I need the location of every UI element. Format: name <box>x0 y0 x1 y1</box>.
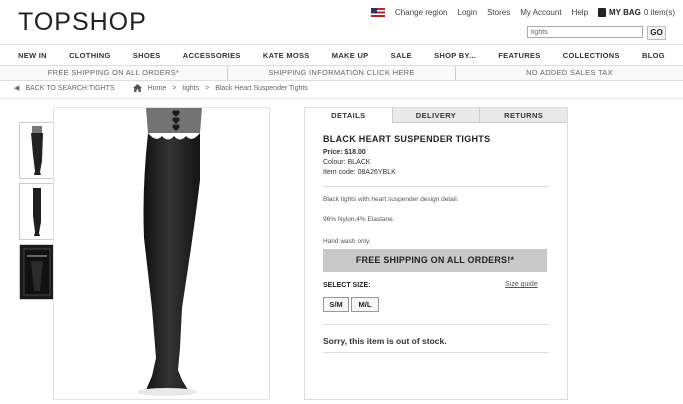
product-tabs: DETAILS DELIVERY RETURNS <box>305 108 568 123</box>
panel-divider <box>323 352 549 353</box>
breadcrumb: ◀ BACK TO SEARCH:TIGHTS Home > tights > … <box>14 84 308 92</box>
tights-thumbnail-image <box>30 125 43 175</box>
size-guide-link[interactable]: Size guide <box>505 281 538 288</box>
product-details-panel: DETAILS DELIVERY RETURNS BLACK HEART SUS… <box>304 107 568 400</box>
breadcrumb-separator-icon: > <box>205 84 210 92</box>
product-thumbnail[interactable] <box>19 122 54 179</box>
help-link[interactable]: Help <box>572 8 588 17</box>
tights-image <box>137 108 202 396</box>
select-size-label: SELECT SIZE: <box>323 282 371 289</box>
main-nav: NEW IN CLOTHING SHOES ACCESSORIES KATE M… <box>0 44 683 66</box>
product-thumbnail[interactable] <box>19 183 54 240</box>
home-icon[interactable] <box>132 84 142 92</box>
search-input[interactable] <box>527 26 643 38</box>
nav-item-clothing[interactable]: CLOTHING <box>69 51 111 60</box>
nav-item-kate-moss[interactable]: KATE MOSS <box>263 51 310 60</box>
login-link[interactable]: Login <box>458 8 478 17</box>
nav-item-blog[interactable]: BLOG <box>642 51 665 60</box>
breadcrumb-current: Black Heart Suspender Tights <box>215 84 308 92</box>
tights-thumbnail-image <box>32 187 41 236</box>
product-thumbnail[interactable] <box>19 244 54 300</box>
us-flag-icon[interactable] <box>371 8 386 17</box>
tab-details[interactable]: DETAILS <box>305 108 392 123</box>
bag-icon <box>598 8 607 17</box>
nav-item-shop-by[interactable]: SHOP BY... <box>434 51 476 60</box>
product-description: Black tights with heart suspender design… <box>323 196 459 203</box>
change-region-link[interactable]: Change region <box>395 8 447 17</box>
back-to-search-link[interactable]: BACK TO SEARCH:TIGHTS <box>25 85 114 92</box>
product-item-code: Item code: 08A26YBLK <box>323 169 396 176</box>
left-arrow-icon[interactable]: ◀ <box>14 84 19 92</box>
my-bag-label: MY BAG <box>609 8 641 17</box>
product-colour: Colour: BLACK <box>323 159 371 166</box>
tab-returns[interactable]: RETURNS <box>479 108 568 123</box>
my-account-link[interactable]: My Account <box>520 8 561 17</box>
nav-item-accessories[interactable]: ACCESSORIES <box>183 51 241 60</box>
size-option-sm[interactable]: S/M <box>323 297 349 312</box>
product-title: BLACK HEART SUSPENDER TIGHTS <box>323 134 491 144</box>
main-product-image[interactable] <box>53 107 270 400</box>
search-go-button[interactable]: GO <box>647 26 666 40</box>
panel-divider <box>323 186 549 187</box>
free-shipping-banner[interactable]: FREE SHIPPING ON ALL ORDERS!* <box>323 249 547 272</box>
my-bag-link[interactable]: MY BAG 0 item(s) <box>598 8 675 17</box>
nav-item-collections[interactable]: COLLECTIONS <box>563 51 620 60</box>
nav-item-shoes[interactable]: SHOES <box>133 51 161 60</box>
tab-delivery[interactable]: DELIVERY <box>391 108 480 123</box>
product-composition: 96% Nylon,4% Elastane. <box>323 216 395 223</box>
packaging-thumbnail-image <box>23 248 50 296</box>
nav-item-make-up[interactable]: MAKE UP <box>332 51 369 60</box>
breadcrumb-divider <box>0 98 683 99</box>
stores-link[interactable]: Stores <box>487 8 510 17</box>
header-links: Change region Login Stores My Account He… <box>371 8 675 17</box>
nav-item-sale[interactable]: SALE <box>391 51 412 60</box>
nav-item-features[interactable]: FEATURES <box>498 51 540 60</box>
no-sales-tax-notice: NO ADDED SALES TAX <box>526 68 613 77</box>
size-option-ml[interactable]: M/L <box>351 297 379 312</box>
info-strip: FREE SHIPPING ON ALL ORDERS* SHIPPING IN… <box>0 66 683 81</box>
site-logo[interactable]: TOPSHOP <box>18 8 147 37</box>
product-care: Hand wash only. <box>323 238 371 245</box>
breadcrumb-tights[interactable]: tights <box>182 85 199 92</box>
nav-item-new-in[interactable]: NEW IN <box>18 51 47 60</box>
breadcrumb-home[interactable]: Home <box>148 85 167 92</box>
bag-count: 0 item(s) <box>643 8 675 17</box>
panel-divider <box>323 324 549 325</box>
product-meta: Price: $18.00 Colour: BLACK Item code: 0… <box>323 148 396 178</box>
free-shipping-notice: FREE SHIPPING ON ALL ORDERS* <box>0 66 228 80</box>
breadcrumb-separator-icon: > <box>172 84 177 92</box>
out-of-stock-message: Sorry, this item is out of stock. <box>323 336 447 346</box>
product-price: Price: $18.00 <box>323 149 366 156</box>
shipping-info-link[interactable]: SHIPPING INFORMATION CLICK HERE <box>228 66 456 80</box>
